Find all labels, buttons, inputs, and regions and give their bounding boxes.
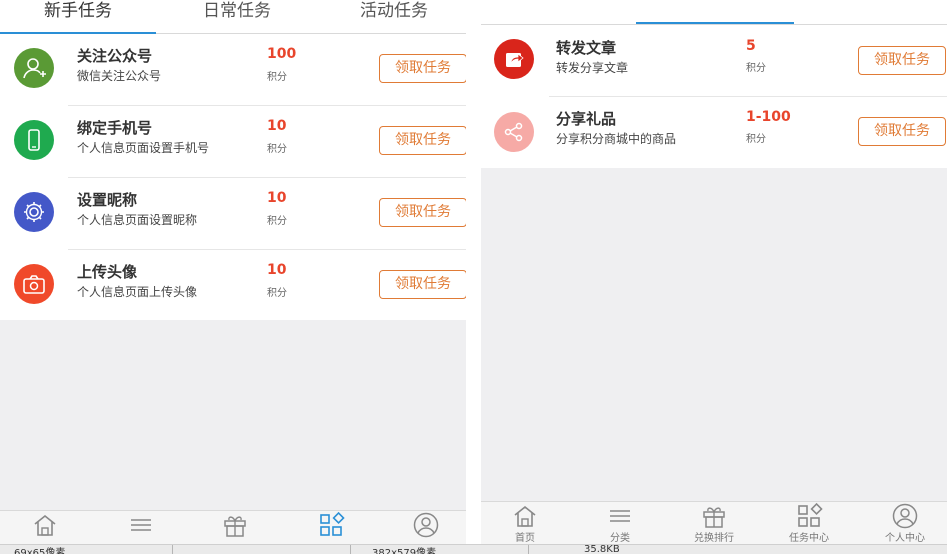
tab-label: 新手任务 — [44, 1, 112, 21]
nav-profile[interactable]: 个人中心 — [885, 502, 925, 544]
nav-label: 任务中心 — [789, 533, 829, 544]
task-row: 关注公众号 微信关注公众号 100 积分 领取任务 — [0, 34, 466, 106]
task-title: 设置昵称 — [77, 191, 138, 209]
nav-home[interactable]: 首页 — [505, 502, 545, 544]
gear-icon — [14, 192, 54, 232]
task-points: 10 — [267, 118, 287, 134]
claim-task-button[interactable]: 领取任务 — [379, 126, 466, 155]
nav-profile[interactable] — [406, 511, 446, 544]
task-points: 10 — [267, 262, 287, 278]
points-unit: 积分 — [267, 144, 287, 155]
nav-categories[interactable]: 分类 — [600, 502, 640, 544]
task-grid-icon — [320, 511, 345, 536]
task-list: 转发文章 转发分享文章 5 积分 领取任务 分享礼品 分享积分商城中的商品 1-… — [481, 25, 947, 168]
task-title: 上传头像 — [77, 263, 138, 281]
nav-categories[interactable] — [121, 511, 161, 544]
nav-label: 首页 — [515, 533, 535, 544]
user-add-icon — [14, 48, 54, 88]
nav-label: 分类 — [610, 533, 630, 544]
task-description: 转发分享文章 — [556, 61, 629, 75]
tab-label: 活动任务 — [360, 1, 428, 21]
gift-icon — [224, 516, 246, 537]
task-points: 10 — [267, 190, 287, 206]
right-phone-panel: 转发文章 转发分享文章 5 积分 领取任务 分享礼品 分享积分商城中的商品 1-… — [481, 0, 947, 544]
home-icon — [514, 505, 536, 527]
tab-label: 日常任务 — [203, 1, 271, 21]
task-list: 关注公众号 微信关注公众号 100 积分 领取任务 绑定手机号 个人信息页面设置… — [0, 34, 466, 320]
task-row: 设置昵称 个人信息页面设置昵称 10 积分 领取任务 — [0, 178, 466, 250]
active-tab-indicator — [636, 22, 794, 24]
statusbar-separator — [528, 545, 529, 554]
task-description: 分享积分商城中的商品 — [556, 132, 677, 146]
image-size-text: 382x579像素 — [372, 548, 437, 554]
points-unit: 积分 — [267, 216, 287, 227]
task-grid-icon — [798, 502, 823, 527]
task-description: 个人信息页面设置昵称 — [77, 213, 198, 227]
task-points: 100 — [267, 46, 297, 62]
home-icon — [34, 514, 56, 536]
menu-icon — [610, 510, 630, 522]
claim-task-button[interactable]: 领取任务 — [379, 198, 466, 227]
tab-daily-tasks[interactable]: 日常任务 — [156, 0, 318, 33]
file-size-text: 35.8KB — [584, 544, 620, 554]
nav-exchange[interactable] — [215, 511, 255, 544]
task-points: 1-100 — [746, 109, 791, 125]
selection-size-text: 69x65像素 — [14, 548, 66, 554]
claim-task-button[interactable]: 领取任务 — [379, 54, 466, 83]
menu-icon — [131, 519, 151, 531]
share-icon — [494, 112, 534, 152]
task-title: 绑定手机号 — [77, 119, 153, 137]
tab-newbie-tasks[interactable]: 新手任务 — [0, 0, 156, 34]
task-title: 分享礼品 — [556, 110, 617, 128]
task-tabs: 新手任务 日常任务 活动任务 — [0, 0, 466, 34]
statusbar-separator — [172, 545, 173, 554]
points-unit: 积分 — [746, 63, 766, 74]
task-row: 转发文章 转发分享文章 5 积分 领取任务 — [481, 25, 947, 97]
phone-icon — [14, 120, 54, 160]
user-icon — [892, 503, 918, 529]
task-points: 5 — [746, 38, 756, 54]
points-unit: 积分 — [746, 134, 766, 145]
task-title: 关注公众号 — [77, 47, 153, 65]
task-tabs — [481, 0, 947, 25]
task-row: 分享礼品 分享积分商城中的商品 1-100 积分 领取任务 — [481, 96, 947, 168]
claim-task-button[interactable]: 领取任务 — [858, 117, 946, 146]
nav-label: 兑换排行 — [694, 533, 734, 544]
camera-icon — [14, 264, 54, 304]
image-viewer-statusbar: 69x65像素 382x579像素 35.8KB — [0, 544, 947, 554]
tab-event-tasks[interactable]: 活动任务 — [318, 0, 466, 33]
task-description: 个人信息页面上传头像 — [77, 285, 198, 299]
nav-label: 个人中心 — [885, 533, 925, 544]
nav-home[interactable] — [25, 511, 65, 544]
share-arrow-icon — [494, 39, 534, 79]
task-row: 上传头像 个人信息页面上传头像 10 积分 领取任务 — [0, 250, 466, 322]
bottom-nav: 首页 分类 兑换排行 任务中心 个人中心 — [481, 501, 947, 544]
points-unit: 积分 — [267, 288, 287, 299]
nav-exchange[interactable]: 兑换排行 — [694, 502, 734, 544]
task-row: 绑定手机号 个人信息页面设置手机号 10 积分 领取任务 — [0, 106, 466, 178]
claim-task-button[interactable]: 领取任务 — [379, 270, 466, 299]
user-icon — [413, 512, 439, 538]
left-phone-panel: 新手任务 日常任务 活动任务 关注公众号 微信关注公众号 100 积分 领取任务 — [0, 0, 466, 544]
gift-icon — [703, 507, 725, 528]
task-description: 微信关注公众号 — [77, 69, 162, 83]
task-description: 个人信息页面设置手机号 — [77, 141, 210, 155]
nav-task-center[interactable]: 任务中心 — [789, 502, 829, 544]
nav-task-center[interactable] — [311, 511, 351, 544]
task-title: 转发文章 — [556, 39, 617, 57]
statusbar-separator — [350, 545, 351, 554]
points-unit: 积分 — [267, 72, 287, 83]
claim-task-button[interactable]: 领取任务 — [858, 46, 946, 75]
bottom-nav — [0, 510, 466, 544]
